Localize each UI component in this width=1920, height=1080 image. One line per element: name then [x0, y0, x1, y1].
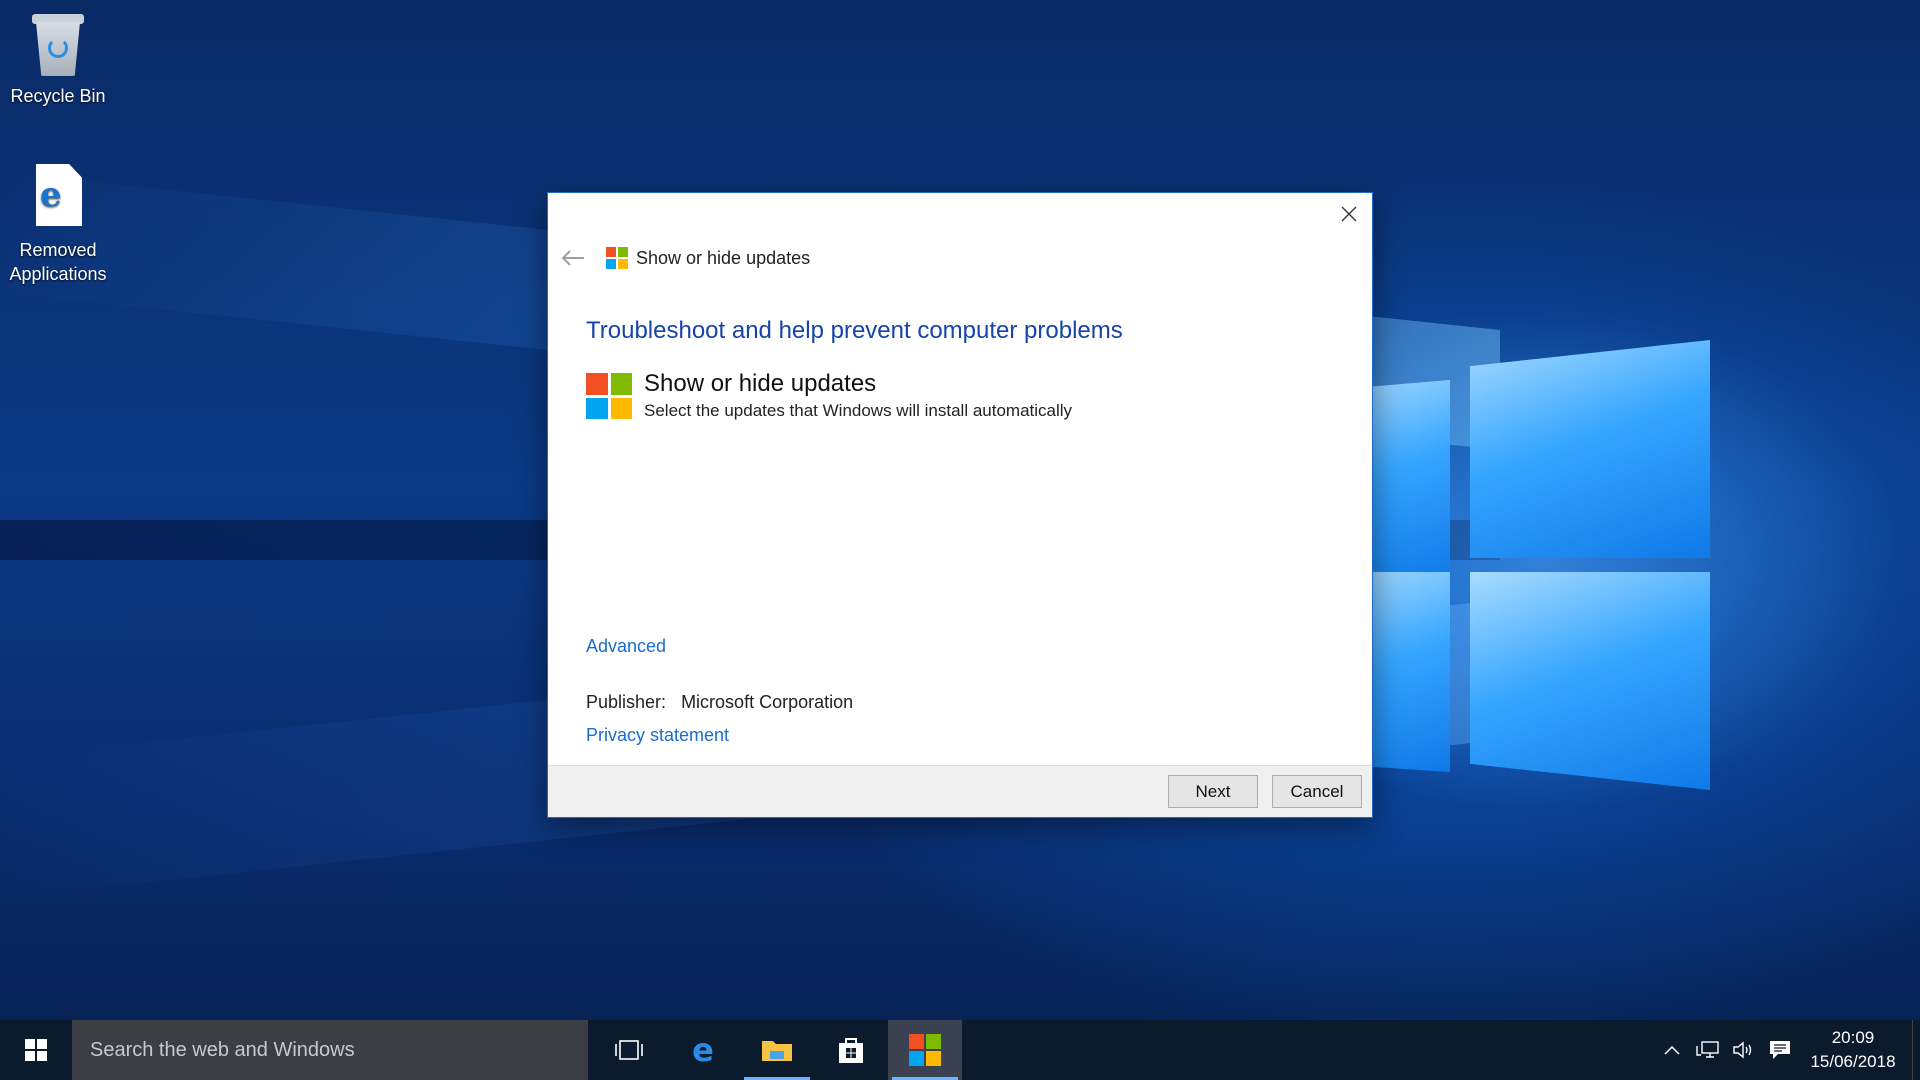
store-icon	[839, 1038, 863, 1063]
system-tray: 20:09 15/06/2018	[1654, 1020, 1920, 1080]
wallpaper-windows-logo	[1330, 340, 1710, 790]
taskbar-edge[interactable]: e	[666, 1020, 740, 1080]
edge-icon: e	[692, 1035, 714, 1065]
desktop-icon-label: Recycle Bin	[10, 86, 106, 106]
close-button[interactable]	[1326, 193, 1372, 235]
publisher-value: Microsoft Corporation	[681, 692, 854, 712]
show-desktop-button[interactable]	[1912, 1020, 1920, 1080]
svg-text:e: e	[692, 1035, 714, 1065]
advanced-link[interactable]: Advanced	[586, 636, 666, 657]
next-button[interactable]: Next	[1168, 775, 1258, 808]
back-arrow-icon[interactable]	[560, 248, 586, 268]
privacy-statement-link[interactable]: Privacy statement	[586, 725, 729, 746]
volume-button[interactable]	[1726, 1020, 1762, 1080]
item-title: Show or hide updates	[644, 370, 877, 397]
taskbar-search-box[interactable]: Search the web and Windows	[72, 1020, 588, 1080]
show-hidden-icons-button[interactable]	[1654, 1020, 1690, 1080]
troubleshooter-item: Show or hide updates Select the updates …	[586, 369, 1072, 423]
windows-logo-icon	[606, 247, 628, 269]
windows-start-icon	[25, 1039, 47, 1061]
dialog-nav-title: Show or hide updates	[636, 247, 811, 268]
publisher-row: Publisher: Microsoft Corporation	[586, 692, 853, 713]
chevron-up-icon	[1664, 1045, 1680, 1055]
edge-document-icon: e	[28, 164, 88, 230]
taskbar-troubleshooter[interactable]	[888, 1020, 962, 1080]
publisher-label: Publisher:	[586, 692, 667, 712]
clock-time: 20:09	[1831, 1028, 1875, 1047]
taskbar-store[interactable]	[814, 1020, 888, 1080]
task-view-icon	[615, 1040, 643, 1060]
troubleshooter-dialog: Show or hide updates Troubleshoot and he…	[547, 192, 1373, 818]
windows-logo-icon	[909, 1034, 941, 1066]
desktop-icon-label: Removed Applications	[9, 240, 107, 284]
folder-icon	[762, 1041, 792, 1061]
clock-date: 15/06/2018	[1810, 1052, 1896, 1071]
taskbar: Search the web and Windows e 20:09 15/06…	[0, 1020, 1920, 1080]
desktop-icon-removed-applications[interactable]: e Removed Applications	[2, 164, 114, 286]
action-center-button[interactable]	[1762, 1020, 1798, 1080]
recycle-bin-icon	[28, 10, 88, 76]
dialog-nav-row: Show or hide updates	[560, 245, 810, 271]
search-placeholder: Search the web and Windows	[90, 1038, 355, 1061]
cancel-button[interactable]: Cancel	[1272, 775, 1362, 808]
dialog-heading: Troubleshoot and help prevent computer p…	[586, 317, 1123, 344]
taskbar-file-explorer[interactable]	[740, 1020, 814, 1080]
speaker-icon	[1733, 1041, 1752, 1059]
desktop-icon-recycle-bin[interactable]: Recycle Bin	[2, 10, 114, 108]
network-button[interactable]	[1690, 1020, 1726, 1080]
action-center-icon	[1770, 1041, 1790, 1059]
dialog-footer: Next Cancel	[548, 765, 1372, 817]
network-icon	[1696, 1041, 1719, 1058]
task-view-button[interactable]	[592, 1020, 666, 1080]
start-button[interactable]	[0, 1020, 72, 1080]
item-subtitle: Select the updates that Windows will ins…	[644, 401, 1073, 420]
taskbar-clock[interactable]: 20:09 15/06/2018	[1798, 1026, 1908, 1074]
windows-logo-icon	[586, 373, 632, 419]
taskbar-apps: e	[592, 1020, 962, 1080]
close-icon	[1341, 206, 1357, 222]
